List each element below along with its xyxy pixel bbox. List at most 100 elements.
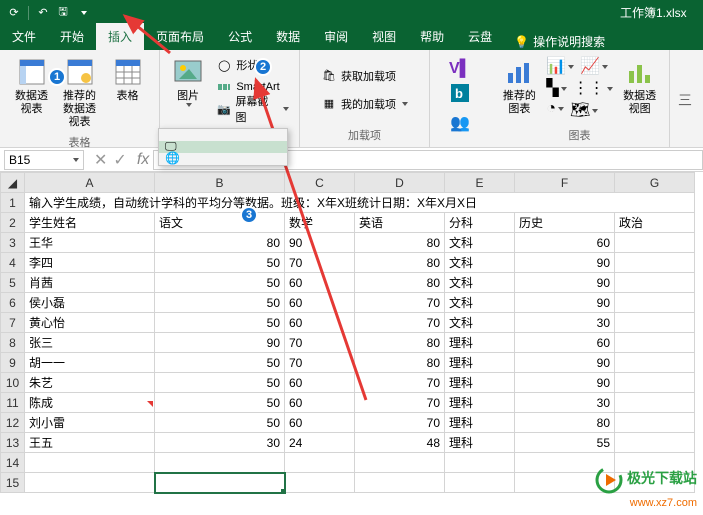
- row-header[interactable]: 14: [1, 453, 25, 473]
- cell[interactable]: 70: [355, 373, 445, 393]
- tab-data[interactable]: 数据: [264, 23, 312, 50]
- row-header[interactable]: 5: [1, 273, 25, 293]
- cell[interactable]: 学生姓名: [25, 213, 155, 233]
- recommended-charts-button[interactable]: 推荐的 图表: [496, 54, 542, 118]
- row-header[interactable]: 4: [1, 253, 25, 273]
- cell[interactable]: 文科: [445, 253, 515, 273]
- tab-home[interactable]: 开始: [48, 23, 96, 50]
- cell[interactable]: [615, 253, 695, 273]
- cell[interactable]: 理科: [445, 393, 515, 413]
- cell[interactable]: 李四: [25, 253, 155, 273]
- cell[interactable]: 30: [515, 393, 615, 413]
- cell[interactable]: 80: [355, 233, 445, 253]
- cell[interactable]: 60: [285, 373, 355, 393]
- cell[interactable]: 70: [355, 313, 445, 333]
- cell[interactable]: 60: [285, 293, 355, 313]
- cell[interactable]: 60: [515, 233, 615, 253]
- cell[interactable]: 90: [285, 233, 355, 253]
- cell[interactable]: [615, 433, 695, 453]
- row-header[interactable]: 15: [1, 473, 25, 493]
- tab-help[interactable]: 帮助: [408, 23, 456, 50]
- cell[interactable]: [615, 293, 695, 313]
- cell[interactable]: 侯小磊: [25, 293, 155, 313]
- chart-map-icon[interactable]: 🗺: [570, 100, 598, 120]
- pivotchart-button[interactable]: 数据透视图: [617, 54, 663, 118]
- get-addins-button[interactable]: 🛍获取加载项: [317, 65, 400, 87]
- cell[interactable]: 50: [155, 353, 285, 373]
- tab-cloud[interactable]: 云盘: [456, 23, 504, 50]
- cell[interactable]: [615, 273, 695, 293]
- cell[interactable]: 理科: [445, 433, 515, 453]
- cell[interactable]: 70: [285, 253, 355, 273]
- row-header[interactable]: 12: [1, 413, 25, 433]
- name-box[interactable]: B15: [4, 150, 84, 170]
- undo-icon[interactable]: ↶: [35, 5, 51, 21]
- cell[interactable]: [615, 313, 695, 333]
- cell[interactable]: 55: [515, 433, 615, 453]
- cell[interactable]: 70: [285, 333, 355, 353]
- tab-insert[interactable]: 插入: [96, 23, 144, 50]
- cell[interactable]: 肖茜: [25, 273, 155, 293]
- cell[interactable]: 黄心怡: [25, 313, 155, 333]
- tab-view[interactable]: 视图: [360, 23, 408, 50]
- cell[interactable]: 胡一一: [25, 353, 155, 373]
- cell[interactable]: [615, 333, 695, 353]
- cell[interactable]: 80: [155, 233, 285, 253]
- cell[interactable]: 50: [155, 253, 285, 273]
- cell[interactable]: 数学: [285, 213, 355, 233]
- tab-review[interactable]: 审阅: [312, 23, 360, 50]
- row-header[interactable]: 1: [1, 193, 25, 213]
- cell[interactable]: 80: [515, 413, 615, 433]
- cell[interactable]: 30: [515, 313, 615, 333]
- col-header-C[interactable]: C: [285, 173, 355, 193]
- cell[interactable]: 70: [355, 393, 445, 413]
- cell[interactable]: 文科: [445, 293, 515, 313]
- cell[interactable]: 60: [285, 413, 355, 433]
- row-header[interactable]: 6: [1, 293, 25, 313]
- row-header[interactable]: 8: [1, 333, 25, 353]
- cell[interactable]: 24: [285, 433, 355, 453]
- recommended-pivot-button[interactable]: 推荐的 数据透视表: [57, 54, 103, 132]
- col-header-G[interactable]: G: [615, 173, 695, 193]
- chart-scatter-icon[interactable]: ⋮⋮: [573, 78, 613, 98]
- select-all[interactable]: ◢: [1, 173, 25, 193]
- cell[interactable]: 输入学生成绩，自动统计学科的平均分等数据。班级：X年X班统计日期：X年X月X日: [25, 193, 695, 213]
- cell[interactable]: [615, 393, 695, 413]
- cell[interactable]: 70: [355, 293, 445, 313]
- tab-file[interactable]: 文件: [0, 23, 48, 50]
- cell[interactable]: 80: [355, 273, 445, 293]
- cell[interactable]: 60: [285, 393, 355, 413]
- cell[interactable]: 文科: [445, 233, 515, 253]
- cell[interactable]: 90: [155, 333, 285, 353]
- cell[interactable]: 50: [155, 293, 285, 313]
- cell[interactable]: 90: [515, 273, 615, 293]
- screenshot-button[interactable]: 📷屏幕截图: [212, 98, 293, 120]
- shapes-button[interactable]: ◯形状: [212, 54, 293, 76]
- cell[interactable]: 30: [155, 433, 285, 453]
- my-addins-button[interactable]: ▦我的加载项: [317, 93, 412, 115]
- picture-button[interactable]: 图片: [166, 54, 210, 109]
- enter-icon[interactable]: ✓: [113, 150, 126, 170]
- col-header-F[interactable]: F: [515, 173, 615, 193]
- cell[interactable]: 60: [515, 333, 615, 353]
- col-header-D[interactable]: D: [355, 173, 445, 193]
- cell[interactable]: 48: [355, 433, 445, 453]
- cell[interactable]: 80: [355, 333, 445, 353]
- cell[interactable]: 80: [355, 253, 445, 273]
- cell[interactable]: [615, 413, 695, 433]
- cell[interactable]: 语文: [155, 213, 285, 233]
- active-cell[interactable]: [155, 473, 285, 493]
- cell[interactable]: [615, 233, 695, 253]
- cell[interactable]: 朱艺: [25, 373, 155, 393]
- row-header[interactable]: 10: [1, 373, 25, 393]
- cell[interactable]: 90: [515, 353, 615, 373]
- cell[interactable]: 王华: [25, 233, 155, 253]
- cell[interactable]: 理科: [445, 373, 515, 393]
- cell[interactable]: 张三: [25, 333, 155, 353]
- cell[interactable]: 90: [515, 373, 615, 393]
- chart-line-icon[interactable]: 📈: [580, 56, 608, 76]
- table-button[interactable]: 表格: [105, 54, 151, 105]
- grid[interactable]: ◢ ABCDEFG 1输入学生成绩，自动统计学科的平均分等数据。班级：X年X班统…: [0, 172, 695, 493]
- chart-column-icon[interactable]: 📊: [546, 56, 574, 76]
- row-header[interactable]: 2: [1, 213, 25, 233]
